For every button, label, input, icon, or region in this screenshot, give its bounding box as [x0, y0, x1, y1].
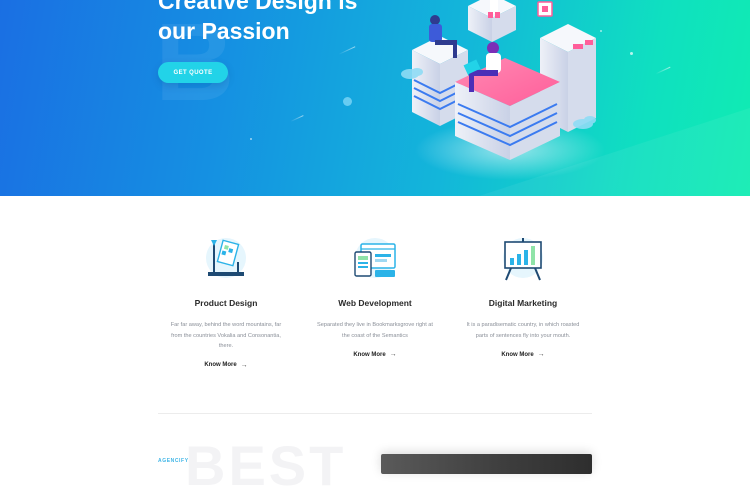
know-more-link[interactable]: Know More → [353, 351, 396, 358]
hero-bubble [250, 138, 252, 140]
arrow-right-icon: → [240, 361, 248, 369]
section-divider [158, 413, 592, 414]
feature-product-design: Product Design Far far away, behind the … [151, 234, 301, 371]
feature-title: Web Development [338, 298, 412, 308]
know-more-label: Know More [353, 351, 386, 358]
hero-streak [655, 66, 671, 75]
hero-headline: Creative Design is our Passion [158, 0, 357, 46]
section-eyebrow-label: AGENCIFY [158, 458, 189, 464]
arrow-right-icon: → [537, 351, 545, 358]
feature-digital-marketing: Digital Marketing It is a paradisematic … [448, 234, 598, 361]
bar-chart-board-icon [503, 238, 543, 281]
feature-title: Product Design [194, 298, 258, 308]
section-background-word: BEST [185, 434, 347, 497]
hero-bubble [630, 52, 633, 55]
know-more-link[interactable]: Know More → [501, 351, 544, 358]
know-more-label: Know More [204, 362, 237, 368]
arrow-right-icon: → [389, 351, 397, 358]
hero-headline-line2: our Passion [158, 18, 290, 44]
feature-description: Far far away, behind the word mountains,… [170, 322, 282, 349]
feature-description: Separated they live in Bookmarksgrove ri… [317, 322, 433, 339]
feature-title: Digital Marketing [488, 298, 558, 308]
paint-palette-icon [206, 238, 246, 278]
hero-headline-line1: Creative Design is [158, 0, 358, 14]
hero-streak [338, 46, 356, 55]
browser-window-icon [354, 238, 396, 278]
hero-section: B Creative Design is our Passion GET QUO… [0, 0, 750, 196]
hero-bubble [343, 97, 352, 106]
hero-illustration [401, 0, 605, 180]
feature-web-development: Web Development Separated they live in B… [300, 234, 450, 361]
feature-description: It is a paradisematic country, in which … [466, 322, 580, 339]
know-more-link[interactable]: Know More → [204, 362, 247, 369]
get-quote-button[interactable]: GET QUOTE [158, 62, 228, 83]
section-image [381, 454, 592, 474]
know-more-label: Know More [501, 351, 534, 358]
hero-streak [290, 115, 304, 122]
